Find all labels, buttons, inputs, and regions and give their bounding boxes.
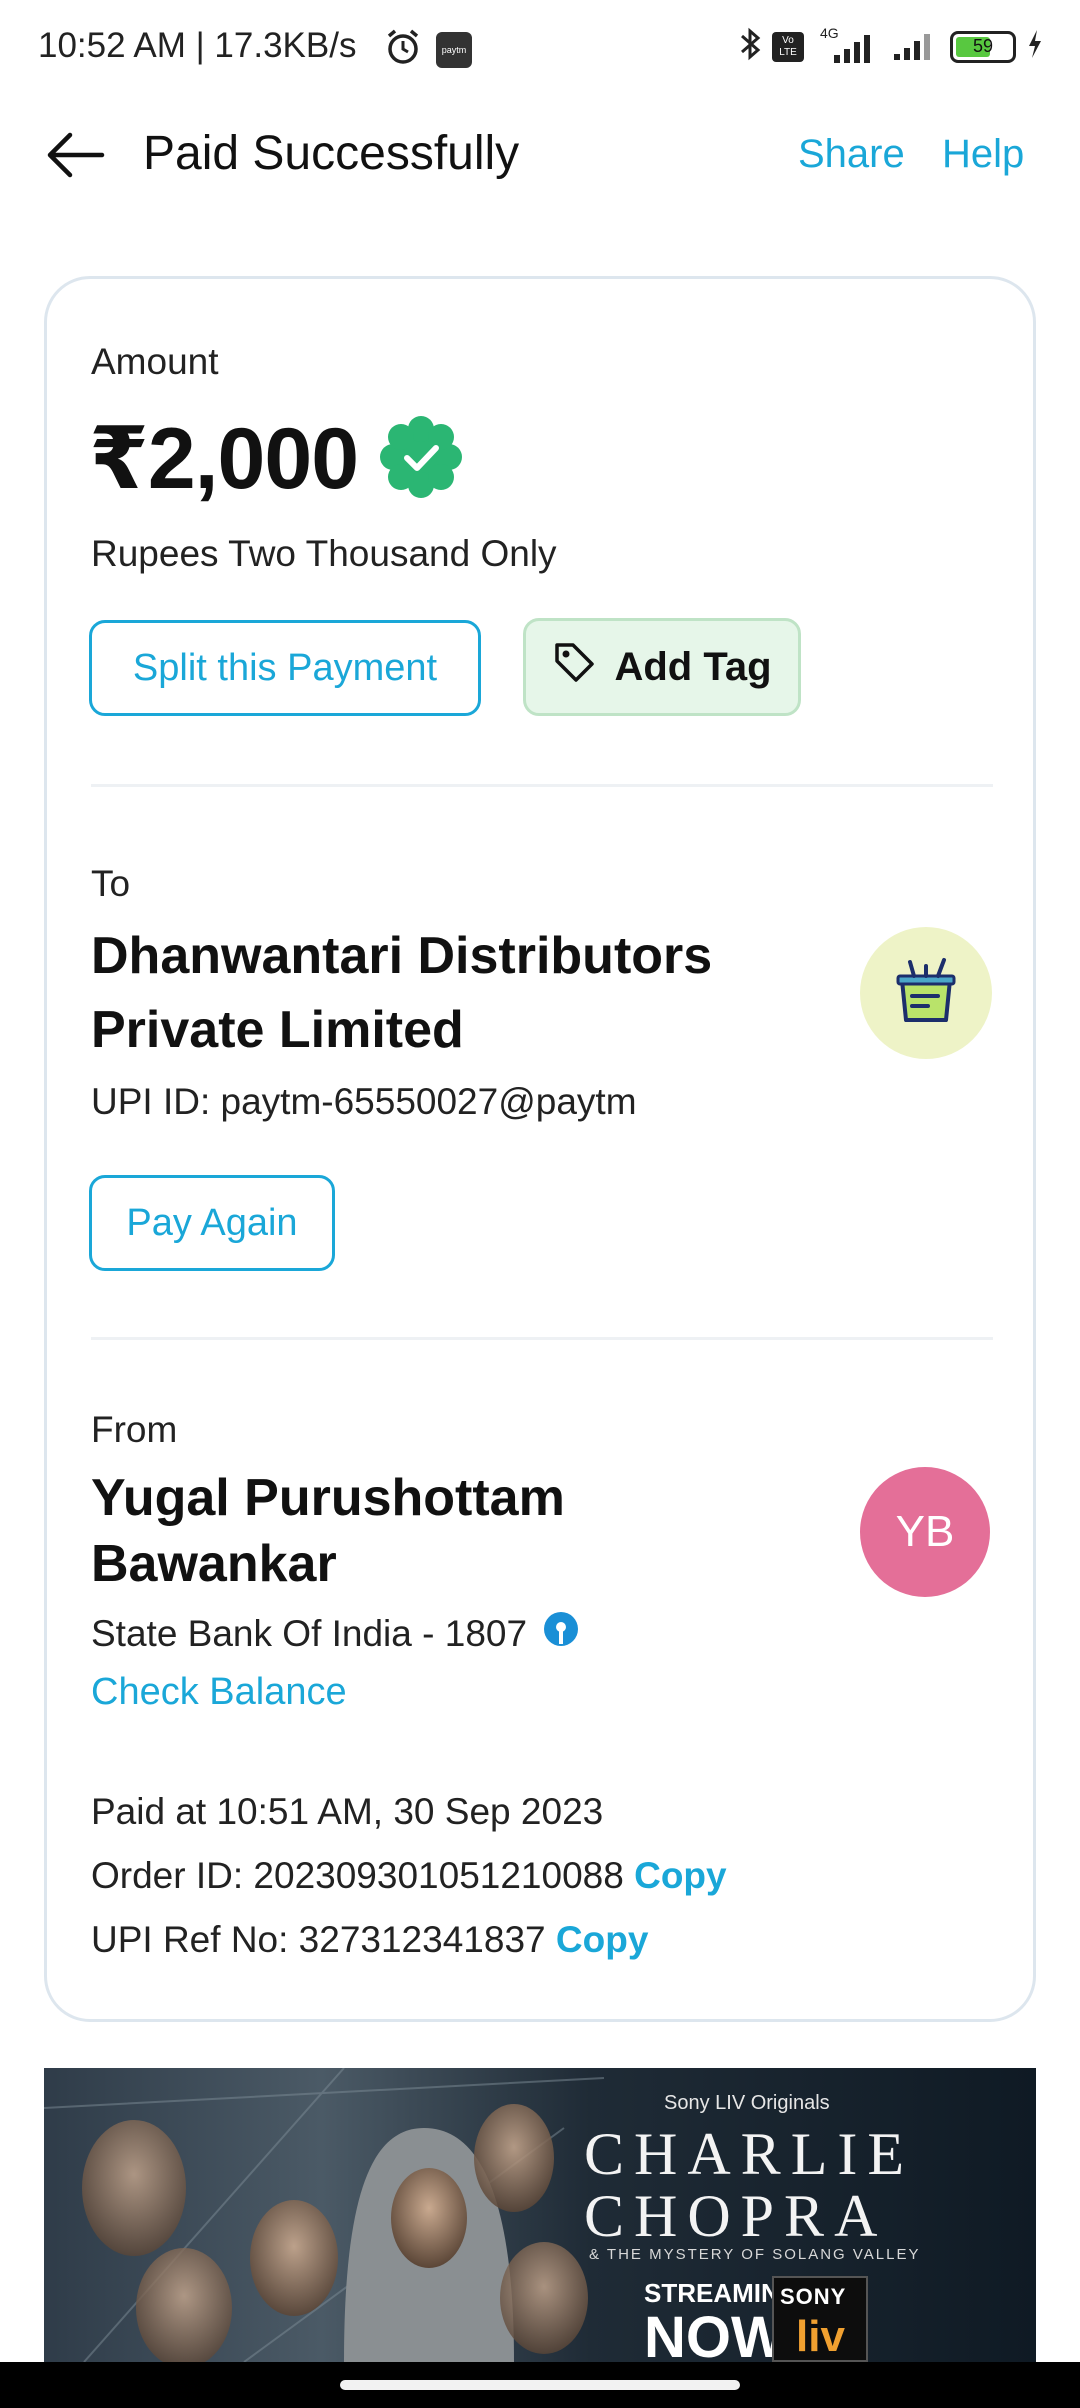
- paytm-app-icon: paytm: [436, 31, 472, 68]
- split-payment-button[interactable]: Split this Payment: [89, 620, 481, 716]
- banner-cast-image: [44, 2068, 604, 2362]
- app-header: Paid Successfully Share Help: [0, 110, 1080, 200]
- payee-name-line2: Private Limited: [91, 1001, 464, 1059]
- upi-ref-text: UPI Ref No: 327312341837: [91, 1919, 546, 1960]
- avatar: YB: [860, 1467, 990, 1597]
- avatar-initials: YB: [895, 1507, 955, 1556]
- payer-name-line1: Yugal Purushottam: [91, 1469, 565, 1527]
- banner-title-line1: CHARLIE: [584, 2121, 914, 2187]
- shopping-bag-icon: [894, 956, 958, 1031]
- payee-upi-id: UPI ID: paytm-65550027@paytm: [91, 1081, 637, 1122]
- banner-title-line2: CHOPRA: [584, 2183, 888, 2249]
- share-button[interactable]: Share: [798, 132, 905, 177]
- pay-again-button[interactable]: Pay Again: [89, 1175, 335, 1271]
- page-title: Paid Successfully: [143, 127, 520, 180]
- add-tag-button[interactable]: Add Tag: [523, 618, 801, 716]
- divider: [91, 1337, 993, 1340]
- amount-value: ₹2,000: [89, 411, 359, 507]
- signal-4g-icon: 4G: [814, 25, 880, 65]
- order-id-text: Order ID: 202309301051210088: [91, 1855, 624, 1896]
- charging-icon: [1026, 28, 1044, 65]
- payer-bank: State Bank Of India - 1807: [91, 1609, 581, 1658]
- promo-banner[interactable]: Sony LIV Originals CHARLIE CHOPRA & THE …: [44, 2068, 1036, 2362]
- volte-icon: Vo LTE: [772, 31, 804, 62]
- upi-ref-row: UPI Ref No: 327312341837 Copy: [91, 1919, 648, 1961]
- alarm-icon: [384, 28, 422, 71]
- battery-icon: 59: [950, 30, 1016, 63]
- banner-origin-text: Sony LIV Originals: [664, 2092, 830, 2114]
- bluetooth-icon: [738, 26, 762, 67]
- from-label: From: [91, 1409, 178, 1450]
- signal-icon: [890, 26, 940, 67]
- to-label: To: [91, 863, 131, 904]
- copy-upi-ref-button[interactable]: Copy: [556, 1919, 649, 1960]
- sony-logo-text: SONY: [780, 2284, 847, 2309]
- liv-logo-text: liv: [796, 2312, 845, 2361]
- banner-now-text: NOW: [644, 2305, 786, 2362]
- paid-at-text: Paid at 10:51 AM, 30 Sep 2023: [91, 1791, 604, 1832]
- pay-again-label: Pay Again: [126, 1201, 298, 1244]
- status-time: 10:52 AM | 17.3KB/s: [38, 26, 357, 65]
- merchant-avatar: [860, 927, 992, 1059]
- status-bar: 10:52 AM | 17.3KB/s paytm Vo LTE 4G 59: [0, 0, 1080, 96]
- add-tag-label: Add Tag: [614, 644, 772, 689]
- tag-icon: [552, 640, 596, 694]
- payee-name-line1: Dhanwantari Distributors: [91, 927, 713, 985]
- amount-label: Amount: [91, 341, 219, 382]
- split-payment-label: Split this Payment: [132, 646, 438, 689]
- help-button[interactable]: Help: [942, 132, 1024, 177]
- home-gesture-handle[interactable]: [340, 2380, 740, 2390]
- sbi-logo-icon: [541, 1609, 581, 1658]
- payment-details-card: Amount ₹2,000 Rupees Two Thousand Only S…: [44, 276, 1036, 2022]
- back-arrow-icon[interactable]: [44, 128, 108, 182]
- payer-name-line2: Bawankar: [91, 1535, 337, 1593]
- bank-account-text: State Bank Of India - 1807: [91, 1612, 528, 1654]
- banner-subtitle: & THE MYSTERY OF SOLANG VALLEY: [589, 2246, 921, 2263]
- system-nav-bar: [0, 2362, 1080, 2408]
- verified-check-icon: [379, 415, 463, 499]
- order-id-row: Order ID: 202309301051210088 Copy: [91, 1855, 727, 1897]
- check-balance-link[interactable]: Check Balance: [91, 1671, 347, 1714]
- divider: [91, 784, 993, 787]
- copy-order-id-button[interactable]: Copy: [634, 1855, 727, 1896]
- amount-in-words: Rupees Two Thousand Only: [91, 533, 557, 574]
